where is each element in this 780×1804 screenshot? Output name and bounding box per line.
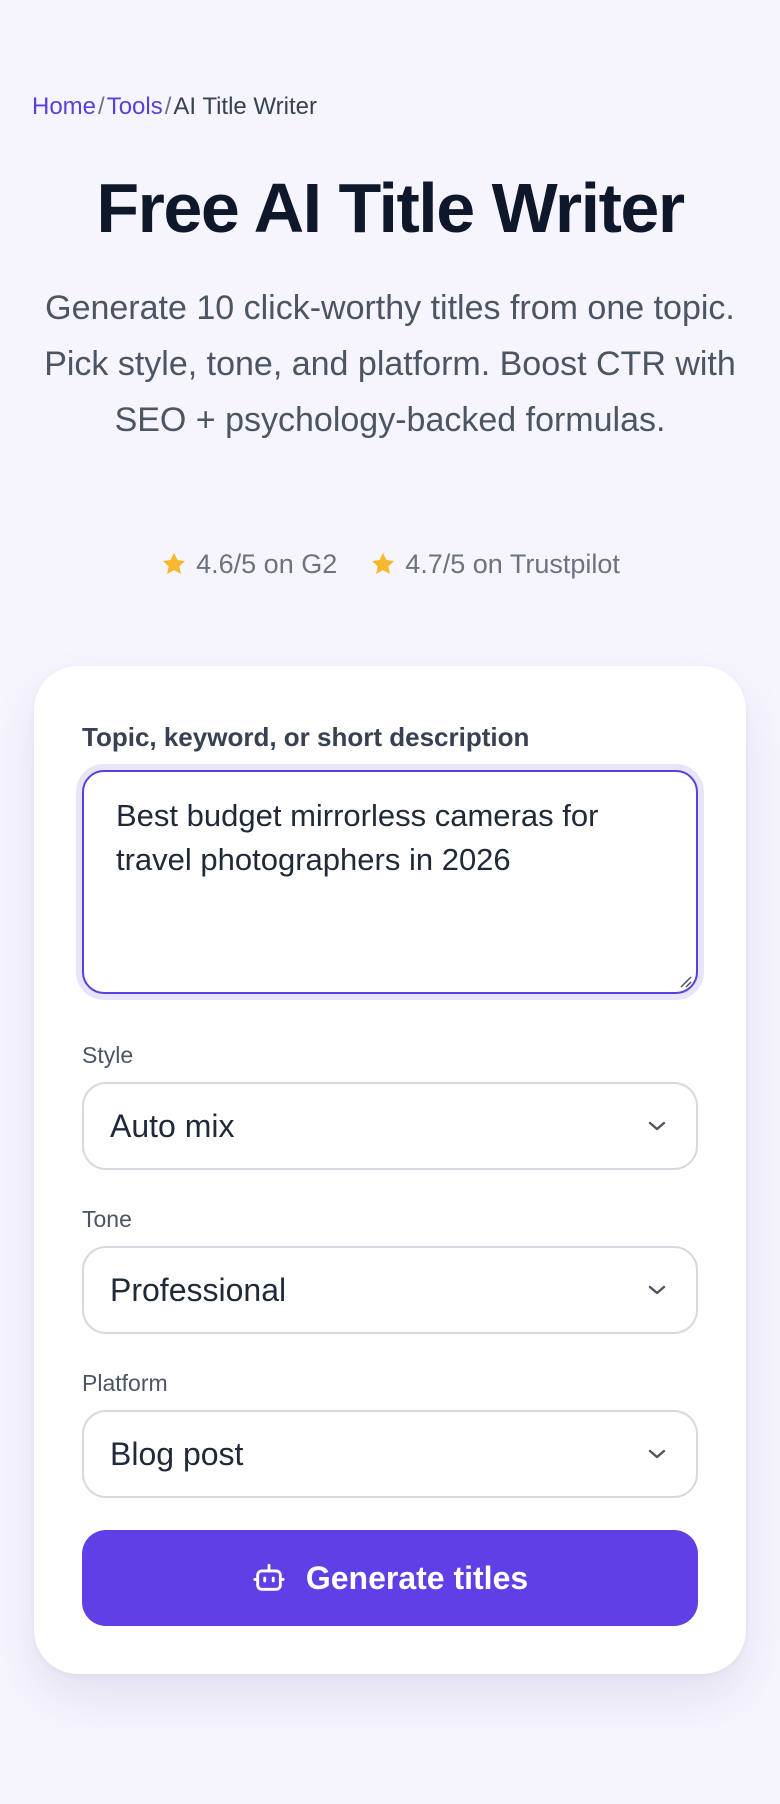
resize-handle-icon[interactable] xyxy=(678,974,692,988)
style-select[interactable]: Auto mix xyxy=(82,1082,698,1170)
breadcrumb-home-link[interactable]: Home xyxy=(32,92,96,122)
robot-icon xyxy=(253,1563,285,1591)
topic-textarea[interactable]: Best budget mirrorless cameras for trave… xyxy=(82,770,698,994)
page-title: Free AI Title Writer xyxy=(96,169,685,247)
generate-titles-button[interactable]: Generate titles xyxy=(82,1530,698,1626)
tone-label: Tone xyxy=(82,1206,132,1232)
rating-trustpilot: 4.7/5 on Trustpilot xyxy=(369,546,620,582)
chevron-down-icon xyxy=(648,1449,666,1459)
topic-textarea-value: Best budget mirrorless cameras for trave… xyxy=(116,798,599,877)
breadcrumb-current: AI Title Writer xyxy=(173,93,317,120)
breadcrumb: Home / Tools / AI Title Writer xyxy=(32,92,317,122)
topic-label: Topic, keyword, or short description xyxy=(82,722,530,752)
rating-g2-text: 4.6/5 on G2 xyxy=(196,549,338,579)
star-icon xyxy=(372,552,395,575)
breadcrumb-separator: / xyxy=(164,93,172,120)
generate-titles-label: Generate titles xyxy=(305,1559,529,1596)
tone-select-value: Professional xyxy=(110,1271,287,1308)
star-icon xyxy=(163,552,186,575)
page-subtitle: Generate 10 click-worthy titles from one… xyxy=(44,289,736,439)
chevron-down-icon xyxy=(648,1121,666,1131)
tone-select[interactable]: Professional xyxy=(82,1246,698,1334)
style-label: Style xyxy=(82,1042,134,1068)
chevron-down-icon xyxy=(648,1285,666,1295)
breadcrumb-tools-link[interactable]: Tools xyxy=(107,92,163,122)
breadcrumb-separator: / xyxy=(98,93,105,120)
style-select-value: Auto mix xyxy=(110,1107,235,1144)
ratings-row: 4.6/5 on G2 4.7/5 on Trustpilot xyxy=(0,546,780,582)
platform-select[interactable]: Blog post xyxy=(82,1410,698,1498)
rating-g2: 4.6/5 on G2 xyxy=(160,546,337,582)
platform-select-value: Blog post xyxy=(110,1435,244,1472)
rating-trustpilot-text: 4.7/5 on Trustpilot xyxy=(405,549,620,579)
title-generator-card: Topic, keyword, or short description Bes… xyxy=(34,666,746,1674)
platform-label: Platform xyxy=(82,1370,168,1396)
